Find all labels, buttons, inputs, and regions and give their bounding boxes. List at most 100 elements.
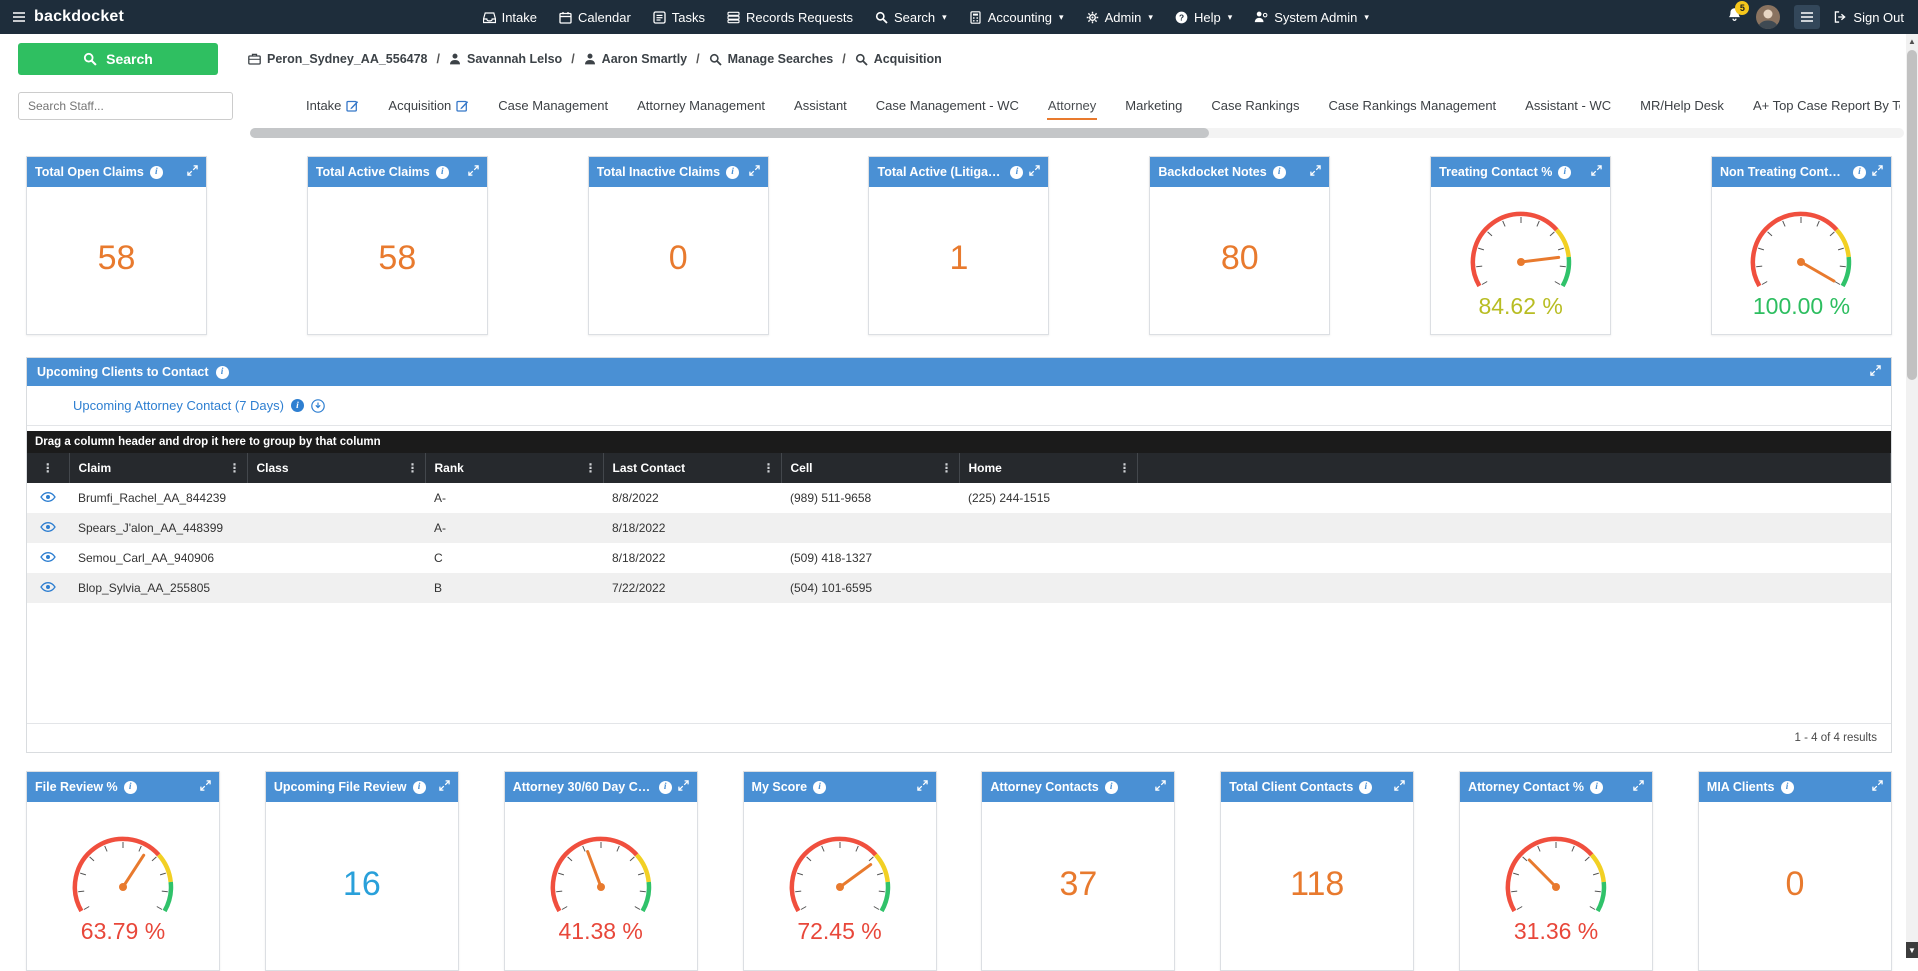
view-row-eye-icon[interactable]: [40, 552, 56, 562]
tabs-horizontal-scrollbar[interactable]: [250, 128, 1904, 138]
info-icon[interactable]: i: [436, 166, 449, 179]
tab-assistant-wc[interactable]: Assistant - WC: [1524, 92, 1612, 120]
table-row[interactable]: Blop_Sylvia_AA_255805B7/22/2022(504) 101…: [27, 573, 1891, 603]
group-by-drop-zone[interactable]: Drag a column header and drop it here to…: [27, 431, 1891, 453]
expand-icon[interactable]: [187, 165, 198, 179]
expand-icon[interactable]: [1591, 165, 1602, 179]
app-menu-icon[interactable]: [12, 11, 26, 23]
info-icon[interactable]: i: [150, 166, 163, 179]
expand-icon[interactable]: [678, 780, 689, 794]
info-icon[interactable]: i: [1558, 166, 1571, 179]
tab-case-management-wc[interactable]: Case Management - WC: [875, 92, 1020, 120]
column-menu-icon[interactable]: ⋮: [42, 461, 54, 475]
expand-icon[interactable]: [439, 780, 450, 794]
table-row[interactable]: Semou_Carl_AA_940906C8/18/2022(509) 418-…: [27, 543, 1891, 573]
column-header-rank[interactable]: Rank⋮: [425, 453, 603, 483]
breadcrumb-item-acquisition[interactable]: Acquisition: [855, 52, 942, 66]
breadcrumb-item-savannah-lelso[interactable]: Savannah Lelso: [449, 52, 562, 66]
nav-item-tasks[interactable]: Tasks: [653, 10, 705, 25]
column-header-home[interactable]: Home⋮: [959, 453, 1137, 483]
column-header-claim[interactable]: Claim⋮: [69, 453, 247, 483]
horizontal-scrollbar-thumb[interactable]: [250, 128, 1209, 138]
column-menu-icon[interactable]: ⋮: [763, 461, 775, 475]
info-icon[interactable]: i: [1853, 166, 1866, 179]
tab-assistant[interactable]: Assistant: [793, 92, 848, 120]
column-header-class[interactable]: Class⋮: [247, 453, 425, 483]
expand-icon[interactable]: [917, 780, 928, 794]
edit-icon[interactable]: [346, 99, 359, 112]
info-icon[interactable]: i: [1590, 781, 1603, 794]
sidebar-menu-icon[interactable]: [1794, 5, 1820, 29]
nav-item-accounting[interactable]: Accounting▾: [969, 10, 1064, 25]
info-icon[interactable]: i: [813, 781, 826, 794]
scroll-down-arrow[interactable]: ▼: [1906, 942, 1918, 958]
breadcrumb-item-manage-searches[interactable]: Manage Searches: [709, 52, 834, 66]
info-icon[interactable]: i: [216, 366, 229, 379]
info-icon[interactable]: i: [1273, 166, 1286, 179]
tab-acquisition[interactable]: Acquisition: [387, 92, 470, 120]
expand-icon[interactable]: [1872, 165, 1883, 179]
tab-case-rankings-management[interactable]: Case Rankings Management: [1328, 92, 1498, 120]
breadcrumb-item-aaron-smartly[interactable]: Aaron Smartly: [584, 52, 687, 66]
search-staff-input[interactable]: [18, 92, 233, 120]
table-row[interactable]: Spears_J'alon_AA_448399A-8/18/2022: [27, 513, 1891, 543]
nav-item-search[interactable]: Search▾: [875, 10, 947, 25]
tab-mr-help-desk[interactable]: MR/Help Desk: [1639, 92, 1725, 120]
view-row-eye-icon[interactable]: [40, 492, 56, 502]
expand-icon[interactable]: [1394, 780, 1405, 794]
view-row-eye-icon[interactable]: [40, 582, 56, 592]
user-avatar[interactable]: [1756, 5, 1780, 29]
nav-item-admin[interactable]: Admin▾: [1086, 10, 1153, 25]
column-menu-icon[interactable]: ⋮: [585, 461, 597, 475]
expand-icon[interactable]: [468, 165, 479, 179]
scroll-up-arrow[interactable]: ▲: [1906, 34, 1918, 48]
search-button[interactable]: Search: [18, 43, 218, 75]
nav-item-system-admin[interactable]: System Admin▾: [1254, 10, 1369, 25]
column-menu-icon[interactable]: ⋮: [1119, 461, 1131, 475]
notifications-bell-icon[interactable]: 5: [1727, 7, 1742, 28]
info-icon[interactable]: i: [1781, 781, 1794, 794]
view-row-eye-icon[interactable]: [40, 522, 56, 532]
expand-icon[interactable]: [1310, 165, 1321, 179]
nav-item-help[interactable]: ?Help▾: [1175, 10, 1232, 25]
nav-item-intake[interactable]: Intake: [483, 10, 537, 25]
download-icon[interactable]: [311, 399, 325, 413]
info-icon[interactable]: i: [413, 781, 426, 794]
column-menu[interactable]: ⋮: [27, 453, 69, 483]
tab-attorney-management[interactable]: Attorney Management: [636, 92, 766, 120]
tab-case-rankings[interactable]: Case Rankings: [1210, 92, 1300, 120]
expand-icon[interactable]: [1029, 165, 1040, 179]
edit-icon[interactable]: [456, 99, 469, 112]
column-menu-icon[interactable]: ⋮: [941, 461, 953, 475]
nav-item-records-requests[interactable]: Records Requests: [727, 10, 853, 25]
expand-icon[interactable]: [200, 780, 211, 794]
vertical-scrollbar-thumb[interactable]: [1907, 50, 1917, 380]
sign-out-button[interactable]: Sign Out: [1834, 10, 1904, 25]
tab-marketing[interactable]: Marketing: [1124, 92, 1183, 120]
table-row[interactable]: Brumfi_Rachel_AA_844239A-8/8/2022(989) 5…: [27, 483, 1891, 513]
info-icon[interactable]: i: [1105, 781, 1118, 794]
tab-intake[interactable]: Intake: [305, 92, 360, 120]
brand-logo[interactable]: backdocket: [34, 8, 124, 26]
expand-icon[interactable]: [1633, 780, 1644, 794]
info-icon[interactable]: i: [291, 399, 304, 412]
column-menu-icon[interactable]: ⋮: [229, 461, 241, 475]
tab-case-management[interactable]: Case Management: [497, 92, 609, 120]
column-menu-icon[interactable]: ⋮: [407, 461, 419, 475]
column-header-cell[interactable]: Cell⋮: [781, 453, 959, 483]
expand-icon[interactable]: [749, 165, 760, 179]
info-icon[interactable]: i: [726, 166, 739, 179]
info-icon[interactable]: i: [1359, 781, 1372, 794]
info-icon[interactable]: i: [124, 781, 137, 794]
tab-attorney[interactable]: Attorney: [1047, 92, 1097, 120]
nav-item-calendar[interactable]: Calendar: [559, 10, 631, 25]
tab-a-top-case-report-by-team[interactable]: A+ Top Case Report By Team: [1752, 92, 1900, 120]
column-header-last-contact[interactable]: Last Contact⋮: [603, 453, 781, 483]
info-icon[interactable]: i: [1010, 166, 1023, 179]
expand-icon[interactable]: [1872, 780, 1883, 794]
breadcrumb-item-peron-sydney-aa-556478[interactable]: Peron_Sydney_AA_556478: [248, 52, 428, 66]
expand-icon[interactable]: [1155, 780, 1166, 794]
vertical-scrollbar[interactable]: ▲ ▼: [1906, 34, 1918, 958]
tab-upcoming-attorney-contact[interactable]: Upcoming Attorney Contact (7 Days) i: [73, 398, 325, 413]
info-icon[interactable]: i: [659, 781, 672, 794]
